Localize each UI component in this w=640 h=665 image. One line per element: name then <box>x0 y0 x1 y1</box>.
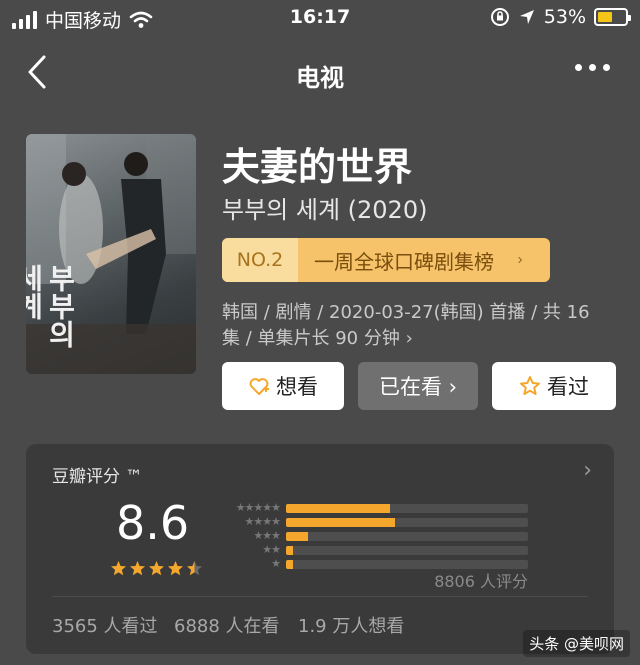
douban-rating-card[interactable]: 豆瓣评分 ™ › 8.6 ★★★★★ ★★★★ ★★★ ★★ ★ 8806 人评分 35… <box>26 444 614 654</box>
distribution-stars-2: ★★ <box>262 543 281 556</box>
distribution-bar-3 <box>286 532 528 541</box>
distribution-stars-1: ★ <box>271 557 281 570</box>
star-icon <box>111 561 126 576</box>
rank-list-name: 一周全球口碑剧集榜 <box>314 249 494 274</box>
battery-percent: 53% <box>543 6 586 28</box>
poster-title: 부부의세계 <box>26 264 77 348</box>
want-label: 想看 <box>276 375 318 399</box>
page-title: 电视 <box>296 64 344 92</box>
distribution-fill-2 <box>286 546 294 555</box>
show-meta[interactable]: 韩国 / 剧情 / 2020-03-27(韩国) 首播 / 共 16 集 / 单… <box>222 300 612 352</box>
distribution-bar-4 <box>286 518 528 527</box>
meta-line-2: 集 / 单集片长 90 分钟 › <box>222 328 413 349</box>
distribution-stars-5: ★★★★★ <box>235 501 281 514</box>
battery-fill <box>598 12 612 22</box>
battery-icon <box>594 8 631 26</box>
chevron-right-icon <box>518 257 523 263</box>
watched-count[interactable]: 3565 人看过 <box>52 612 158 638</box>
divider <box>52 596 588 597</box>
rating-count: 8806 人评分 <box>434 572 528 591</box>
heart-plus-icon <box>249 378 269 395</box>
want-count[interactable]: 1.9 万人想看 <box>298 612 404 638</box>
orientation-lock-icon <box>490 8 509 26</box>
distribution-fill-5 <box>286 504 391 513</box>
watching-button[interactable]: 已在看 › <box>358 362 478 410</box>
star-icon <box>130 561 145 576</box>
nav-bar: 电视 <box>0 44 640 100</box>
more-dots-icon[interactable] <box>575 64 610 71</box>
distribution-fill-1 <box>286 560 294 569</box>
watermark: 头条 @美呗网 <box>523 630 630 657</box>
distribution-fill-3 <box>286 532 308 541</box>
watching-count[interactable]: 6888 人在看 <box>174 612 280 638</box>
star-icon <box>168 561 183 576</box>
location-icon <box>519 10 534 24</box>
distribution-fill-4 <box>286 518 395 527</box>
distribution-bar-2 <box>286 546 528 555</box>
star-icon <box>187 561 202 576</box>
meta-line-1: 韩国 / 剧情 / 2020-03-27(韩国) 首播 / 共 16 <box>222 302 590 323</box>
chevron-right-icon[interactable]: › <box>583 458 592 483</box>
rank-number: NO.2 <box>222 238 298 282</box>
rank-badge[interactable]: NO.2 一周全球口碑剧集榜 <box>222 238 550 282</box>
distribution-bar-5 <box>286 504 528 513</box>
status-bar: 中国移动 16:17 53% <box>0 0 640 36</box>
rating-label: 豆瓣评分 ™ <box>52 467 143 487</box>
rating-score: 8.6 <box>116 496 190 550</box>
poster-image[interactable]: 부부의세계 <box>26 134 196 374</box>
show-original-title: 부부의 세계 (2020) <box>222 196 428 224</box>
star-outline-icon <box>520 376 540 395</box>
distribution-stars-4: ★★★★ <box>244 515 281 528</box>
watching-label: 已在看 › <box>378 375 458 399</box>
star-icon <box>149 561 164 576</box>
show-title: 夫妻的世界 <box>222 145 413 189</box>
status-right: 53% <box>490 6 631 28</box>
watched-label: 看过 <box>547 375 589 399</box>
distribution-stars-3: ★★★ <box>253 529 281 542</box>
watched-button[interactable]: 看过 <box>492 362 616 410</box>
want-to-watch-button[interactable]: 想看 <box>222 362 344 410</box>
rating-stars <box>110 560 203 577</box>
